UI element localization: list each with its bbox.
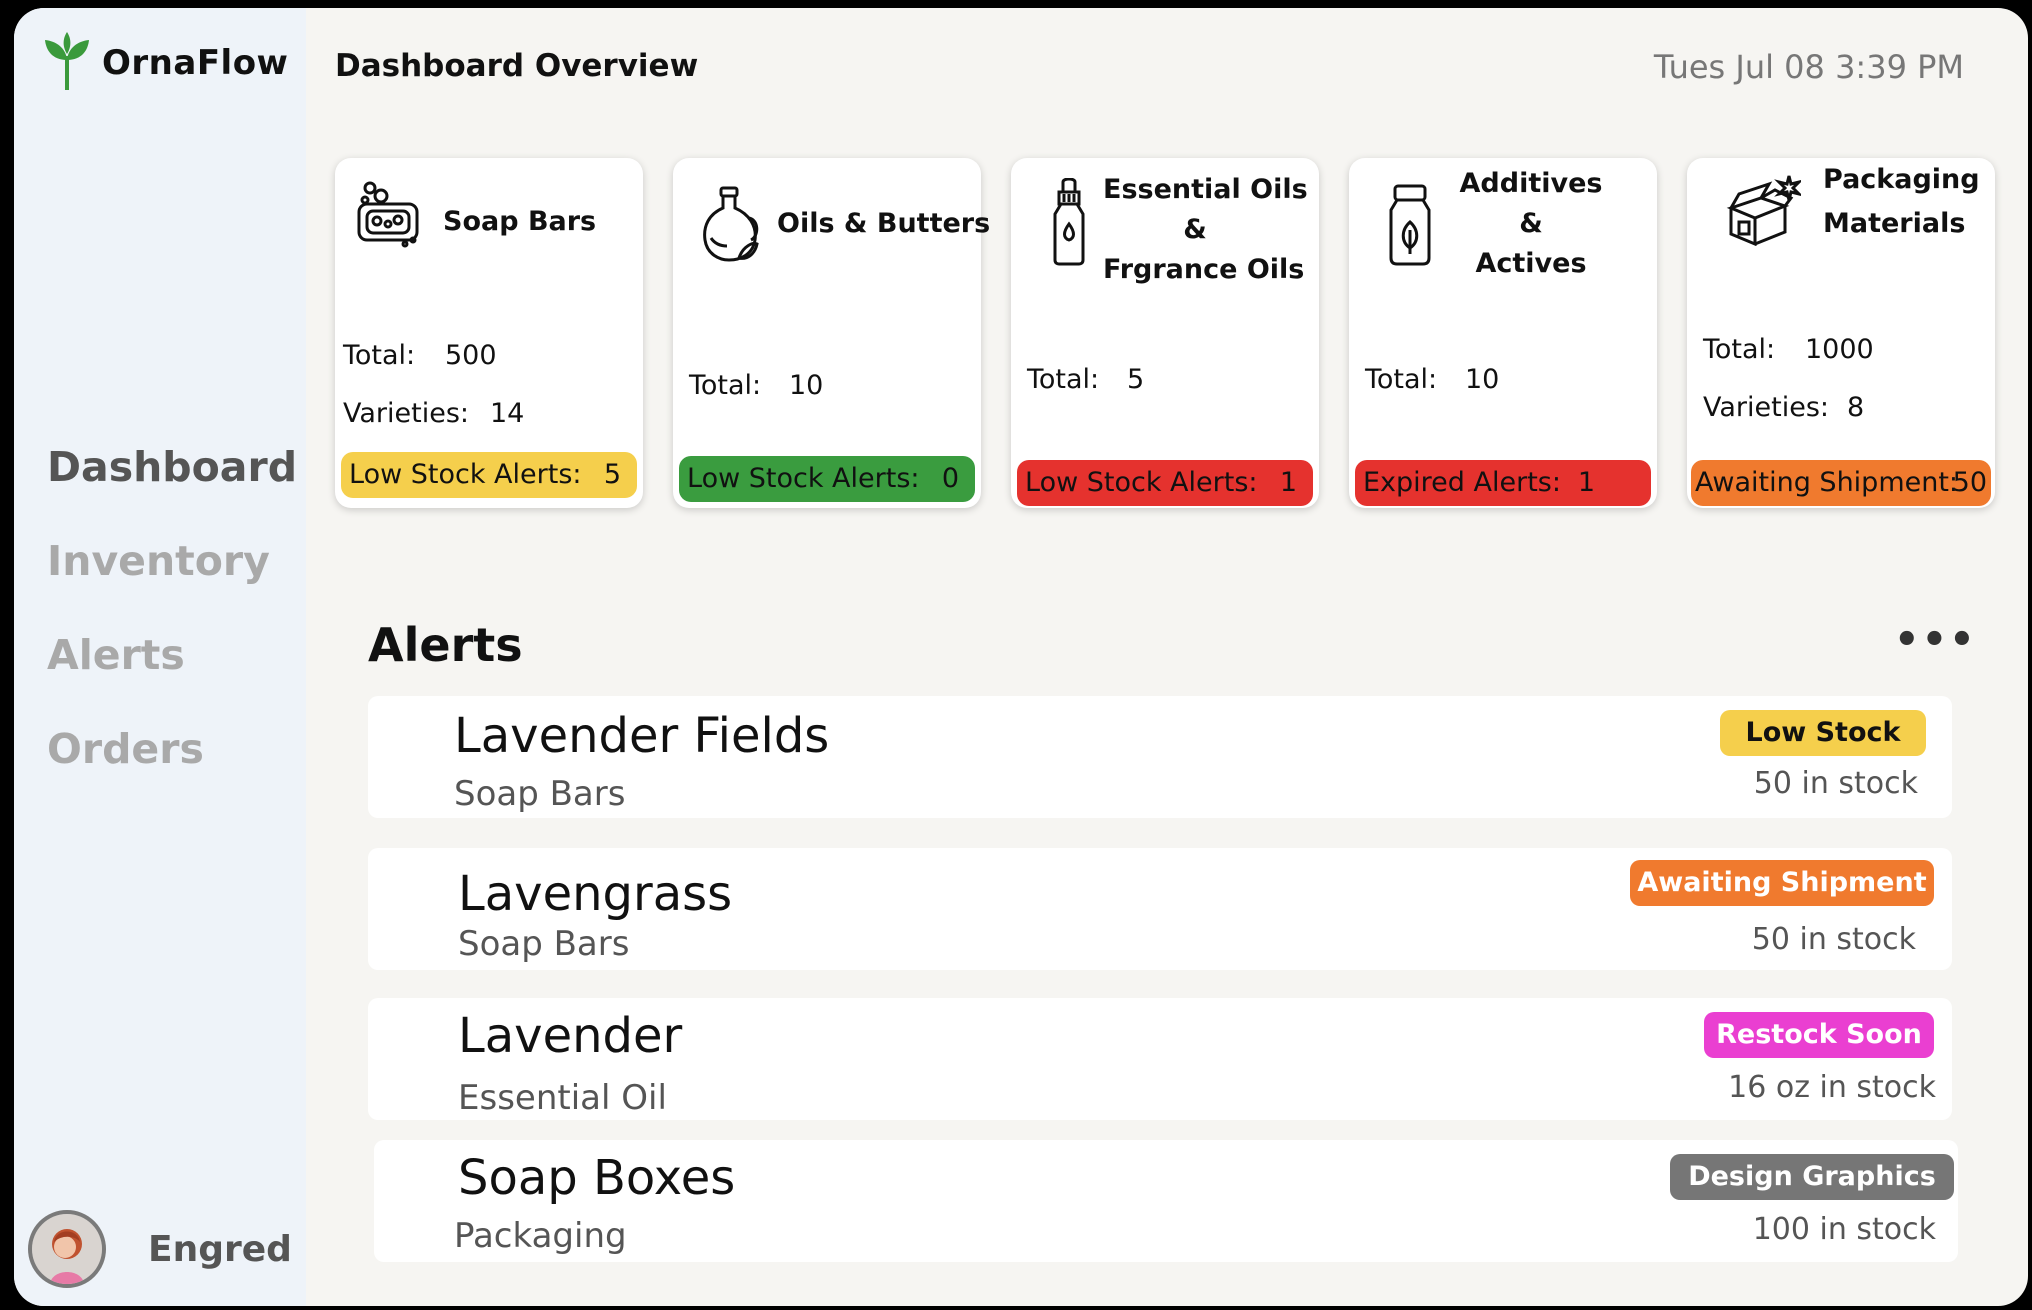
- total-label: Total:: [343, 340, 416, 371]
- item-name: Lavender: [458, 1008, 683, 1064]
- alert-count: 5: [603, 459, 621, 490]
- awaiting-shipment-bar[interactable]: Awaiting Shipment: 50: [1691, 460, 1991, 506]
- varieties-value: 8: [1847, 392, 1865, 423]
- oil-jug-icon: [699, 184, 761, 264]
- total-value: 5: [1127, 364, 1145, 395]
- alert-label: Awaiting Shipment:: [1695, 467, 1959, 498]
- alerts-heading: Alerts: [368, 618, 523, 672]
- status-badge[interactable]: Low Stock: [1720, 710, 1926, 756]
- card-title: Soap Bars: [443, 206, 597, 237]
- varieties-value: 14: [490, 398, 525, 429]
- alert-row[interactable]: Soap Boxes Packaging Design Graphics 100…: [374, 1140, 1958, 1262]
- status-badge[interactable]: Design Graphics: [1670, 1154, 1954, 1200]
- stock-count: 100 in stock: [1752, 1212, 1936, 1247]
- user-name: Engred: [148, 1228, 292, 1270]
- total-label: Total:: [1027, 364, 1100, 395]
- more-horizontal-icon[interactable]: •••: [1894, 620, 1977, 660]
- varieties-label: Varieties:: [343, 398, 469, 429]
- status-badge[interactable]: Restock Soon: [1704, 1012, 1934, 1058]
- item-category: Soap Bars: [458, 924, 630, 964]
- card-title-line: Materials: [1823, 208, 1966, 239]
- app-window: OrnaFlow Dashboard Inventory Alerts Orde…: [14, 8, 2028, 1306]
- stock-count: 50 in stock: [1751, 922, 1916, 957]
- logo[interactable]: OrnaFlow: [42, 30, 288, 96]
- leaf-jar-icon: [1387, 182, 1433, 266]
- alert-row[interactable]: Lavengrass Soap Bars Awaiting Shipment 5…: [368, 848, 1952, 970]
- card-title-line: &: [1183, 214, 1207, 245]
- alert-label: Low Stock Alerts:: [349, 459, 582, 490]
- total-value: 1000: [1805, 334, 1874, 365]
- card-oils-butters[interactable]: Oils & Butters Total: 10 Low Stock Alert…: [673, 158, 990, 508]
- card-essential-oils[interactable]: Essential Oils & Frgrance Oils Total: 5 …: [1011, 158, 1319, 508]
- total-value: 10: [789, 370, 824, 401]
- sidebar-item-dashboard[interactable]: Dashboard: [47, 420, 297, 514]
- card-title-line: Packaging: [1823, 164, 1980, 195]
- alert-label: Low Stock Alerts:: [687, 463, 920, 494]
- alert-count: 0: [941, 463, 959, 494]
- card-title: Packaging Materials: [1823, 158, 1980, 246]
- expired-alert-bar[interactable]: Expired Alerts: 1: [1355, 460, 1651, 506]
- card-title-line: Frgrance Oils: [1103, 254, 1305, 285]
- sidebar-nav: Dashboard Inventory Alerts Orders: [47, 420, 297, 796]
- low-stock-alert-bar[interactable]: Low Stock Alerts: 0: [679, 456, 975, 502]
- total-label: Total:: [689, 370, 762, 401]
- card-title-line: &: [1519, 208, 1543, 239]
- total-label: Total:: [1365, 364, 1438, 395]
- sidebar-item-alerts[interactable]: Alerts: [47, 608, 297, 702]
- card-additives-actives[interactable]: Additives & Actives Total: 10 Expired Al…: [1349, 158, 1657, 508]
- user-profile[interactable]: Engred: [28, 1210, 292, 1288]
- card-title-line: Additives: [1459, 168, 1603, 199]
- stock-count: 16 oz in stock: [1728, 1070, 1936, 1105]
- card-packaging-materials[interactable]: Packaging Materials Total: 1000 Varietie…: [1687, 158, 1995, 508]
- alert-row[interactable]: Lavender Fields Soap Bars Low Stock 50 i…: [368, 696, 1952, 818]
- item-category: Packaging: [454, 1216, 627, 1256]
- total-label: Total:: [1703, 334, 1776, 365]
- card-title-line: Essential Oils: [1103, 174, 1308, 205]
- page-title: Dashboard Overview: [335, 48, 699, 84]
- card-title-line: Actives: [1475, 248, 1587, 279]
- status-badge[interactable]: Awaiting Shipment: [1630, 860, 1934, 906]
- alert-count: 50: [1952, 467, 1987, 498]
- total-value: 10: [1465, 364, 1500, 395]
- item-name: Lavengrass: [458, 866, 733, 922]
- card-title: Essential Oils & Frgrance Oils: [1103, 170, 1308, 290]
- avatar[interactable]: [28, 1210, 106, 1288]
- alert-count: 1: [1577, 467, 1595, 498]
- stock-count: 50 in stock: [1753, 766, 1918, 801]
- item-category: Essential Oil: [458, 1078, 667, 1118]
- sidebar-item-orders[interactable]: Orders: [47, 702, 297, 796]
- card-soap-bars[interactable]: Soap Bars Total: 500 Varieties: 14 Low S…: [335, 158, 643, 508]
- low-stock-alert-bar[interactable]: Low Stock Alerts: 1: [1017, 460, 1313, 506]
- alert-label: Expired Alerts:: [1363, 467, 1561, 498]
- sprout-logo-icon: [42, 30, 92, 96]
- alert-count: 1: [1279, 467, 1297, 498]
- card-title: Additives & Actives: [1459, 164, 1603, 284]
- card-title: Oils & Butters: [777, 208, 991, 239]
- alert-row[interactable]: Lavender Essential Oil Restock Soon 16 o…: [368, 998, 1952, 1120]
- item-name: Soap Boxes: [458, 1150, 736, 1206]
- open-box-icon: [1725, 172, 1801, 246]
- sidebar-item-inventory[interactable]: Inventory: [47, 514, 297, 608]
- item-name: Lavender Fields: [454, 708, 830, 764]
- sidebar: OrnaFlow Dashboard Inventory Alerts Orde…: [14, 8, 306, 1306]
- dropper-bottle-icon: [1049, 178, 1089, 266]
- low-stock-alert-bar[interactable]: Low Stock Alerts: 5: [341, 452, 637, 498]
- datetime: Tues Jul 08 3:39 PM: [1653, 48, 1964, 86]
- item-category: Soap Bars: [454, 774, 626, 814]
- varieties-label: Varieties:: [1703, 392, 1829, 423]
- app-name: OrnaFlow: [102, 43, 289, 83]
- alert-label: Low Stock Alerts:: [1025, 467, 1258, 498]
- soap-bar-icon: [355, 178, 421, 250]
- total-value: 500: [445, 340, 497, 371]
